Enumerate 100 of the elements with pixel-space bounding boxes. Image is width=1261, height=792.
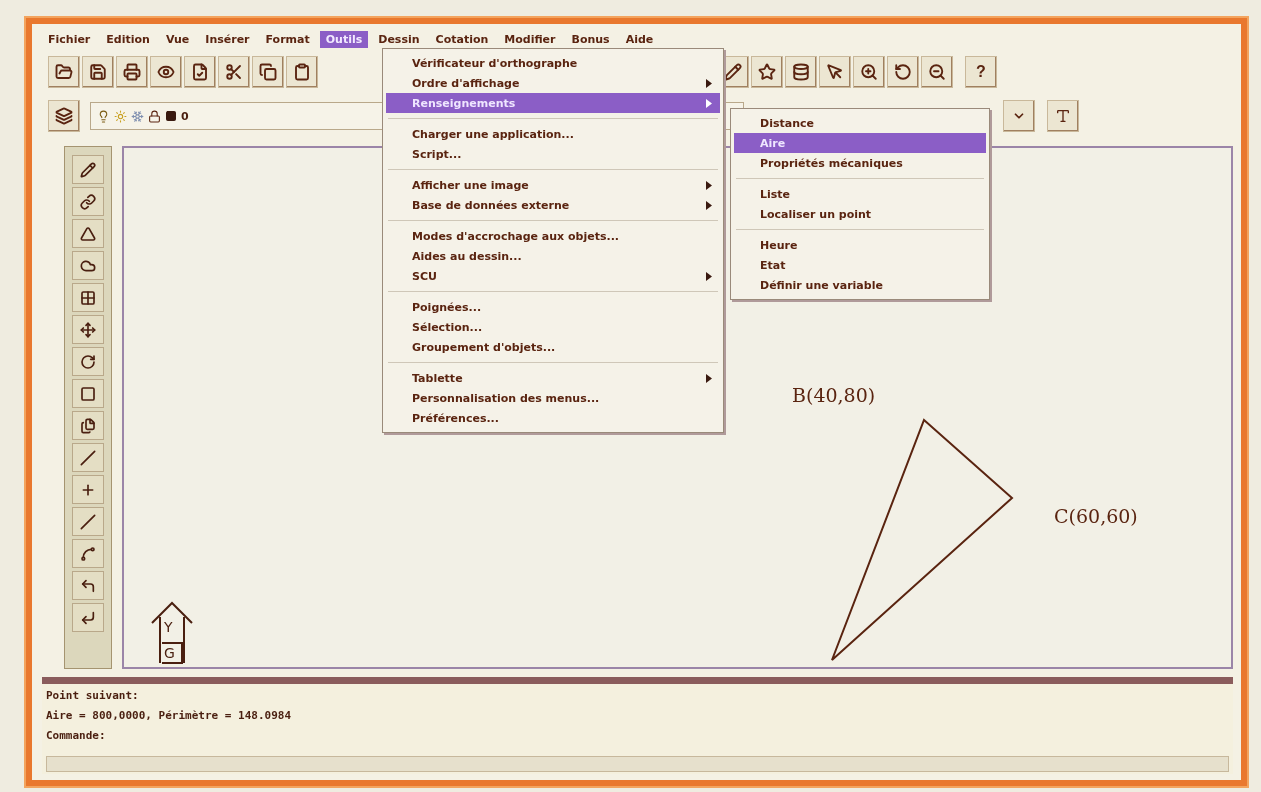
menu-item[interactable]: Propriétés mécaniques (734, 153, 986, 173)
menu-item[interactable]: Préférences... (386, 408, 720, 428)
draw-tool-button[interactable] (72, 251, 104, 280)
draw-tool-button[interactable] (72, 443, 104, 472)
menu-item[interactable]: Tablette (386, 368, 720, 388)
toolbar-button[interactable] (150, 56, 182, 88)
menu-item[interactable]: Définir une variable (734, 275, 986, 295)
menu-bar-item[interactable]: Aide (619, 30, 660, 48)
menu-bar-item[interactable]: Format (259, 30, 316, 48)
toolbar-button[interactable] (116, 56, 148, 88)
menu-item[interactable]: Distance (734, 113, 986, 133)
toolbar-button[interactable] (751, 56, 783, 88)
menu-item[interactable]: Sélection... (386, 317, 720, 337)
menu-bar-item[interactable]: Modifier (498, 30, 562, 48)
file-check-icon (191, 63, 209, 81)
menu-item[interactable]: Heure (734, 235, 986, 255)
menu-item[interactable]: Base de données externe (386, 195, 720, 215)
menu-item[interactable]: Aire (734, 133, 986, 153)
copy-icon (259, 63, 277, 81)
database-icon (792, 63, 810, 81)
toolbar-button[interactable] (1047, 100, 1079, 132)
draw-tool-button[interactable] (72, 379, 104, 408)
curve-icon (80, 545, 96, 562)
menu-item[interactable]: Personnalisation des menus... (386, 388, 720, 408)
save-icon (89, 63, 107, 81)
zoom-out-icon (928, 63, 946, 81)
toolbar-button[interactable] (218, 56, 250, 88)
draw-tool-button[interactable] (72, 347, 104, 376)
pencil-icon (724, 63, 742, 81)
text-icon (1055, 108, 1071, 124)
grid-icon (80, 289, 96, 306)
menu-item[interactable]: Vérificateur d'orthographe (386, 53, 720, 73)
menu-item[interactable]: Aides au dessin... (386, 246, 720, 266)
toolbar-button[interactable] (785, 56, 817, 88)
command-line: Commande: (46, 728, 107, 744)
draw-tool-button[interactable] (72, 507, 104, 536)
toolbar-button[interactable] (252, 56, 284, 88)
toolbar-button[interactable] (286, 56, 318, 88)
draw-tool-button[interactable] (72, 571, 104, 600)
menu-item[interactable]: Script... (386, 144, 720, 164)
corner-icon (80, 577, 96, 594)
line-icon (80, 513, 96, 530)
lock-icon[interactable] (148, 109, 161, 123)
layers-button[interactable] (48, 100, 80, 132)
draw-tool-button[interactable] (72, 219, 104, 248)
menu-bar-item[interactable]: Outils (319, 30, 369, 48)
menu-bar-item[interactable]: Dessin (372, 30, 426, 48)
menu-bar-item[interactable]: Vue (159, 30, 196, 48)
draw-tool-button[interactable] (72, 187, 104, 216)
line-icon (80, 449, 96, 466)
menu-item[interactable]: SCU (386, 266, 720, 286)
link-icon (80, 193, 96, 210)
menu-item[interactable]: Renseignements (386, 93, 720, 113)
help-button[interactable]: ? (965, 56, 997, 88)
menu-bar-item[interactable]: Cotation (429, 30, 495, 48)
printer-icon (123, 63, 141, 81)
menu-item[interactable]: Modes d'accrochage aux objets... (386, 226, 720, 246)
draw-tool-button[interactable] (72, 603, 104, 632)
toolbar-button[interactable] (887, 56, 919, 88)
menu-item[interactable]: Charger une application... (386, 124, 720, 144)
menu-bar-item[interactable]: Fichier (42, 30, 97, 48)
menu-bar-item[interactable]: Edition (100, 30, 156, 48)
triangle-icon (80, 225, 96, 242)
toolbar-button[interactable] (853, 56, 885, 88)
dropdown-button[interactable] (1003, 100, 1035, 132)
draw-tool-button[interactable] (72, 475, 104, 504)
draw-tool-button[interactable] (72, 411, 104, 440)
point-label: C(60,60) (1054, 505, 1138, 527)
square-icon (80, 385, 96, 402)
scrollbar[interactable] (46, 756, 1229, 772)
eye-icon (157, 63, 175, 81)
folder-icon (55, 63, 73, 81)
menu-item[interactable]: Localiser un point (734, 204, 986, 224)
lightbulb-icon[interactable] (97, 109, 110, 123)
rotate-icon (894, 63, 912, 81)
menu-item[interactable]: Poignées... (386, 297, 720, 317)
toolbar-button[interactable] (184, 56, 216, 88)
command-line: Aire = 800,0000, Périmètre = 148.0984 (46, 708, 293, 724)
zoom-in-icon (860, 63, 878, 81)
command-line: Point suivant: (46, 688, 140, 704)
cloud-icon (80, 257, 96, 274)
toolbar-button[interactable] (82, 56, 114, 88)
menu-bar-item[interactable]: Bonus (565, 30, 616, 48)
pointer-icon (826, 63, 844, 81)
color-swatch-icon (165, 110, 177, 122)
draw-tool-button[interactable] (72, 315, 104, 344)
menu-item[interactable]: Liste (734, 184, 986, 204)
menu-bar-item[interactable]: Insérer (199, 30, 256, 48)
toolbar-button[interactable] (48, 56, 80, 88)
toolbar-button[interactable] (819, 56, 851, 88)
menu-item[interactable]: Afficher une image (386, 175, 720, 195)
layer-name: 0 (181, 109, 189, 123)
draw-tool-button[interactable] (72, 539, 104, 568)
menu-item[interactable]: Etat (734, 255, 986, 275)
toolbar-button[interactable] (921, 56, 953, 88)
draw-tool-button[interactable] (72, 155, 104, 184)
menu-item[interactable]: Ordre d'affichage (386, 73, 720, 93)
scissors-icon (225, 63, 243, 81)
menu-item[interactable]: Groupement d'objets... (386, 337, 720, 357)
draw-tool-button[interactable] (72, 283, 104, 312)
